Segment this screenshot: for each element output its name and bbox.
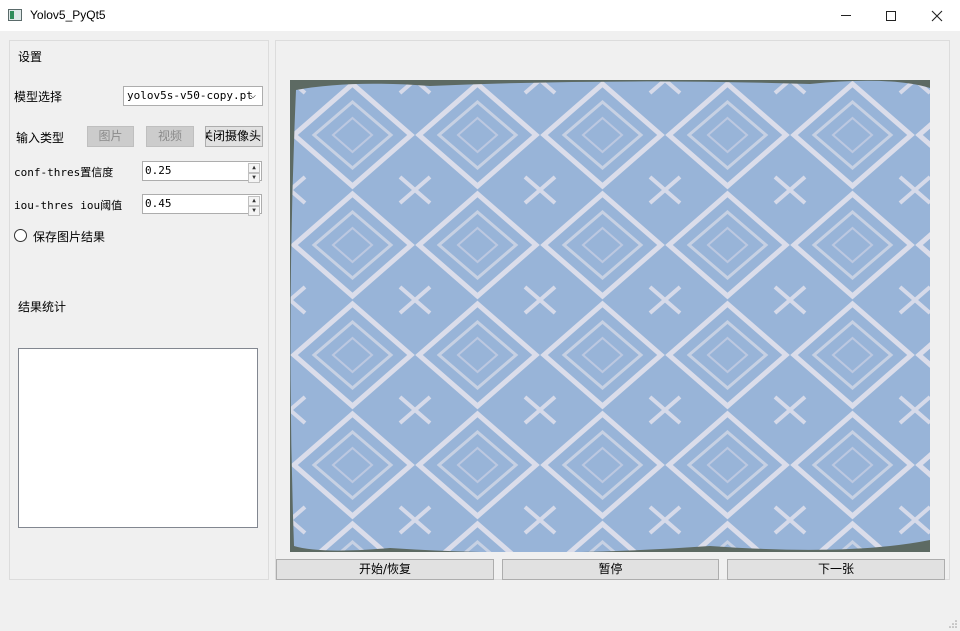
results-textbox[interactable] <box>18 348 258 528</box>
maximize-icon <box>886 10 896 21</box>
resize-grip-icon[interactable] <box>948 619 958 629</box>
start-resume-button[interactable]: 开始/恢复 <box>276 559 494 580</box>
spin-up-icon[interactable]: ▲ <box>248 196 260 206</box>
conf-label: conf-thres置信度 <box>14 166 114 179</box>
save-results-label: 保存图片结果 <box>33 230 106 244</box>
pause-button[interactable]: 暂停 <box>502 559 719 580</box>
iou-value: 0.45 <box>145 197 172 210</box>
chevron-down-icon: ⌵ <box>249 90 257 101</box>
iou-spinbox[interactable]: 0.45 ▲ ▼ <box>142 194 262 216</box>
model-select[interactable]: yolov5s-v50-copy.pt ⌵ <box>123 86 263 106</box>
close-camera-button[interactable]: 关闭摄像头 <box>205 126 263 147</box>
video-input-button[interactable]: 视频 <box>146 126 194 147</box>
close-button[interactable] <box>914 0 960 31</box>
conf-value: 0.25 <box>145 164 172 177</box>
close-icon <box>931 10 943 21</box>
save-results-radio[interactable] <box>14 229 27 242</box>
spin-up-icon[interactable]: ▲ <box>248 163 260 173</box>
maximize-button[interactable] <box>868 0 914 31</box>
minimize-button[interactable] <box>823 0 869 31</box>
spin-down-icon[interactable]: ▼ <box>248 206 260 216</box>
settings-title: 设置 <box>18 50 43 64</box>
detection-image <box>290 80 930 552</box>
minimize-icon <box>841 15 851 16</box>
conf-stepper[interactable]: ▲ ▼ <box>248 163 260 183</box>
window-title: Yolov5_PyQt5 <box>30 8 106 22</box>
next-image-button[interactable]: 下一张 <box>727 559 945 580</box>
image-input-button[interactable]: 图片 <box>87 126 134 147</box>
image-pattern <box>290 80 930 552</box>
iou-label: iou-thres iou阈值 <box>14 199 123 212</box>
model-label: 模型选择 <box>14 90 63 104</box>
results-title: 结果统计 <box>18 300 67 314</box>
conf-spinbox[interactable]: 0.25 ▲ ▼ <box>142 161 262 183</box>
title-bar: Yolov5_PyQt5 <box>0 0 960 31</box>
model-select-value: yolov5s-v50-copy.pt <box>127 89 253 102</box>
input-type-label: 输入类型 <box>16 131 65 145</box>
iou-stepper[interactable]: ▲ ▼ <box>248 196 260 216</box>
app-icon <box>8 9 22 21</box>
spin-down-icon[interactable]: ▼ <box>248 173 260 183</box>
